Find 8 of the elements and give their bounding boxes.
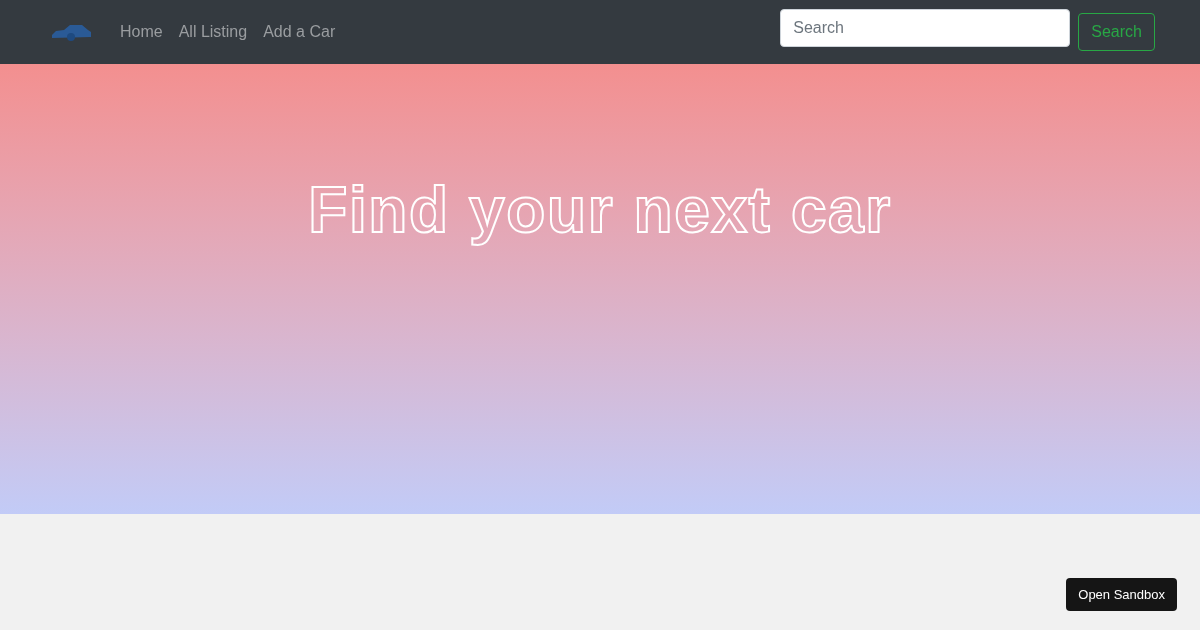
- car-icon[interactable]: [50, 22, 92, 42]
- open-sandbox-button[interactable]: Open Sandbox: [1066, 578, 1177, 611]
- hero-title: Find your next car: [307, 173, 893, 248]
- search-button[interactable]: Search: [1078, 13, 1155, 51]
- nav-link[interactable]: Home: [120, 20, 163, 44]
- search-field[interactable]: Search: [780, 9, 1071, 47]
- nav-link[interactable]: All Listing: [178, 20, 248, 44]
- nav-link[interactable]: Add a Car: [263, 20, 336, 44]
